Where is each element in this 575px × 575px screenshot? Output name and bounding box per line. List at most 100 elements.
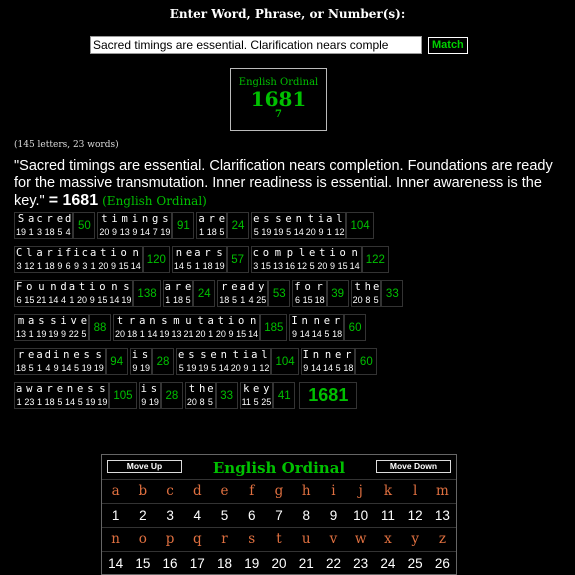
word-sum: 57 (226, 246, 249, 273)
result-reduced: 7 (275, 109, 282, 120)
cipher-letter[interactable]: q (183, 527, 211, 551)
cipher-table: Move Up English Ordinal Move Down abcdef… (101, 454, 457, 575)
letter-char: e (253, 213, 260, 225)
cipher-letter[interactable]: c (156, 479, 184, 503)
letter-char: s (99, 383, 106, 395)
word-sum: 33 (215, 382, 238, 409)
cipher-letter[interactable]: u (292, 527, 320, 551)
cipher-value: 12 (401, 503, 429, 527)
letter-cell: a1 (206, 315, 214, 340)
word-letters: t 20 r 18 a 1 n 14 s 19 m 13 u 21 t 20 a 1 t 20 i 9 o 15 n 14 (113, 314, 261, 341)
letter-value: 18 (314, 295, 325, 305)
letter-char: o (304, 281, 311, 293)
letter-cell: s 19 (120, 281, 132, 306)
letter-cell: r 18 (44, 383, 56, 408)
letter-char: e (218, 213, 226, 225)
letter-cell: c3 (81, 247, 89, 272)
cipher-letter[interactable]: n (102, 527, 130, 551)
letter-cell: r 18 (126, 315, 138, 340)
letter-cell: n 14 (247, 315, 259, 340)
letter-cell: s 19 (148, 383, 160, 408)
letter-char: w (26, 383, 33, 395)
letter-value: 19 (186, 363, 197, 373)
letter-value: 19 (36, 329, 47, 339)
word-letters: i 9 s 19 (129, 348, 153, 375)
letter-cell: n 14 (146, 315, 158, 340)
word-letters: t 20 h 8 e 5 (184, 382, 216, 409)
cipher-letter[interactable]: l (401, 479, 429, 503)
letter-cell: r 18 (44, 213, 56, 238)
cipher-letter[interactable]: h (292, 479, 320, 503)
cipher-letter[interactable]: p (156, 527, 184, 551)
move-down-button[interactable]: Move Down (376, 460, 451, 473)
letter-value: 19 (85, 397, 96, 407)
word-sum: 104 (271, 348, 299, 375)
letter-char: r (46, 383, 53, 395)
letter-value: 9 (243, 363, 249, 373)
cipher-letter[interactable]: t (265, 527, 293, 551)
letter-value: 14 (322, 363, 333, 373)
letter-char: t (100, 247, 107, 259)
cipher-letter[interactable]: i (319, 479, 348, 503)
cipher-header: Move Up English Ordinal Move Down (102, 455, 456, 479)
cipher-letter[interactable]: y (401, 527, 429, 551)
letter-cell: n 14 (130, 247, 142, 272)
cipher-letter[interactable]: b (129, 479, 157, 503)
letter-value: 15 (97, 295, 108, 305)
letter-value: 1 (28, 227, 34, 237)
letter-value: 9 (89, 295, 95, 305)
letter-value: 1 (199, 227, 205, 237)
letter-value: 9 (228, 329, 234, 339)
letter-cell: a1 (325, 213, 333, 238)
letter-cell: t 20 (194, 315, 206, 340)
letter-value: 9 (53, 363, 59, 373)
cipher-letter[interactable]: a (102, 479, 130, 503)
letter-value: 5 (186, 261, 192, 271)
cipher-letter[interactable]: o (129, 527, 157, 551)
cipher-letter[interactable]: s (238, 527, 266, 551)
word-letters: a 1 w 23 a 1 r 18 e 5 n 14 e 5 s 19 s 19 (14, 382, 110, 409)
word-sum: 120 (142, 246, 170, 273)
word-block: a 1 w 23 a 1 r 18 e 5 n 14 e 5 s 19 s 19 105 (14, 382, 137, 409)
cipher-value: 6 (238, 503, 266, 527)
cipher-letter[interactable]: f (238, 479, 266, 503)
letter-value: 5 (286, 227, 292, 237)
letter-value: 8 (365, 295, 371, 305)
word-letters: n 14 e 5 a 1 r 18 s 19 (171, 246, 227, 273)
letter-cell: e5 (209, 349, 217, 374)
cipher-letter[interactable]: z (428, 527, 456, 551)
letter-cell: i9 (52, 349, 60, 374)
cipher-letter[interactable]: x (374, 527, 402, 551)
phrase-input[interactable]: Sacred timings are essential. Clarificat… (90, 36, 422, 54)
cipher-letter[interactable]: k (374, 479, 402, 503)
cipher-letter[interactable]: e (210, 479, 239, 503)
letter-cell: r 18 (15, 349, 27, 374)
cipher-letter[interactable]: r (210, 527, 239, 551)
letter-cell: s 19 (197, 349, 209, 374)
cipher-letter[interactable]: j (347, 479, 375, 503)
cipher-letter[interactable]: v (319, 527, 348, 551)
letter-char: i (110, 247, 117, 259)
letter-value: 14 (299, 329, 310, 339)
letter-cell: F6 (15, 281, 23, 306)
cipher-letter[interactable]: w (347, 527, 375, 551)
word-sum: 33 (381, 280, 404, 307)
cipher-letter[interactable]: d (183, 479, 211, 503)
letter-value: 20 (77, 295, 88, 305)
letter-char: n (351, 247, 358, 259)
cipher-letter[interactable]: g (265, 479, 293, 503)
letter-cell: d4 (44, 349, 52, 374)
letter-value: 5 (373, 295, 379, 305)
letter-value: 9 (318, 227, 324, 237)
letter-char: i (242, 349, 250, 361)
word-sum: 60 (355, 348, 378, 375)
letter-word-count: (145 letters, 23 words) (14, 140, 119, 150)
letter-value: 1 (69, 295, 75, 305)
result-box[interactable]: English Ordinal 1681 7 (230, 68, 327, 131)
word-block: t 20 h 8 e 5 33 (184, 382, 238, 409)
cipher-letter[interactable]: m (428, 479, 456, 503)
letter-value: 1 (37, 363, 43, 373)
letter-cell: s 19 (139, 349, 151, 374)
match-button[interactable]: Match (428, 36, 468, 54)
word-block: c 3 o 15 m 13 p 16 l 12 e 5 t 20 i 9 o 15 n 14 122 (250, 246, 389, 273)
